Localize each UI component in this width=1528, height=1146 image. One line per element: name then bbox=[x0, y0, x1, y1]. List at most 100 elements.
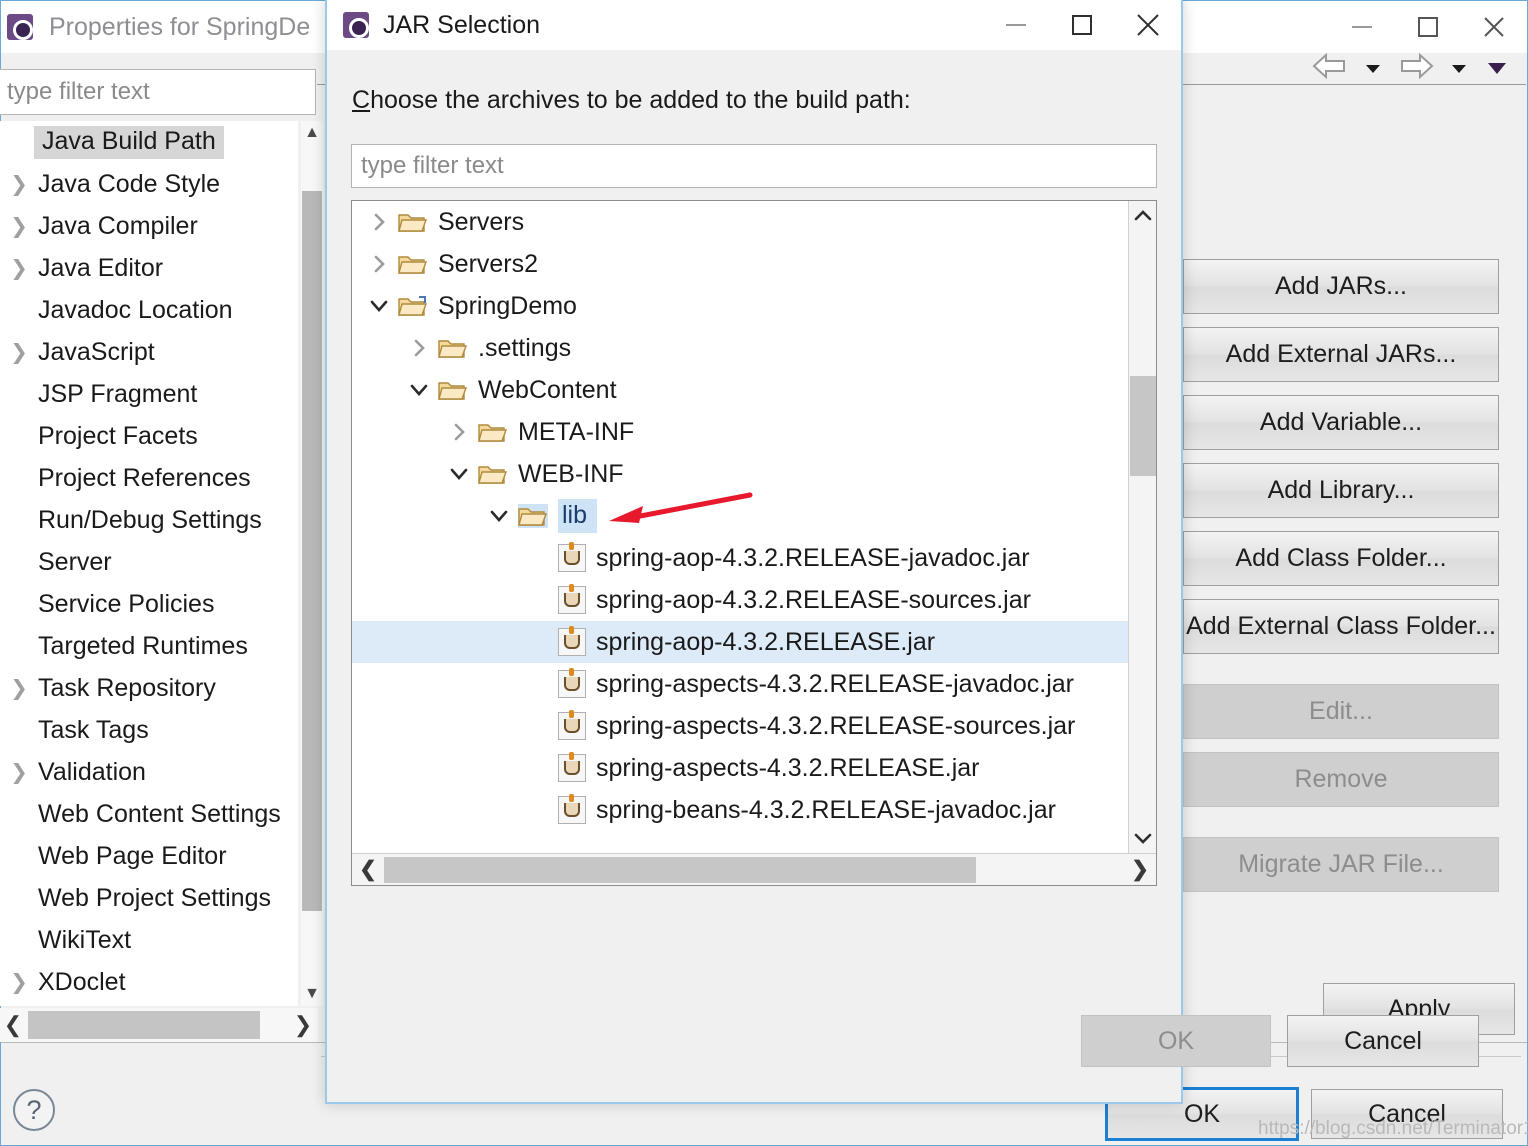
add-variable-button[interactable]: Add Variable... bbox=[1183, 395, 1499, 450]
sidebar-item-wikitext[interactable]: WikiText bbox=[0, 919, 298, 961]
sidebar-item-web-content-settings[interactable]: Web Content Settings bbox=[0, 793, 298, 835]
add-external-jars-button[interactable]: Add External JARs... bbox=[1183, 327, 1499, 382]
tree-item-label: spring-aspects-4.3.2.RELEASE.jar bbox=[596, 754, 986, 783]
tree-item-jar[interactable]: spring-beans-4.3.2.RELEASE-javadoc.jar bbox=[352, 789, 1128, 831]
scroll-right-icon[interactable]: ❯ bbox=[288, 1012, 318, 1038]
chevron-right-icon[interactable] bbox=[400, 337, 438, 359]
scrollbar-thumb[interactable] bbox=[1130, 376, 1156, 476]
parent-filter-input[interactable]: type filter text bbox=[0, 69, 316, 115]
chevron-right-icon[interactable] bbox=[440, 421, 478, 443]
scroll-down-icon[interactable]: ▼ bbox=[301, 982, 323, 1006]
chevron-down-icon[interactable] bbox=[360, 298, 398, 314]
tree-item-folder[interactable]: WEB-INF bbox=[352, 453, 1128, 495]
dialog-filter-input[interactable]: type filter text bbox=[351, 144, 1157, 188]
archive-tree-horizontal-scrollbar[interactable]: ❮ ❯ bbox=[352, 853, 1156, 885]
forward-menu-chevron-down-icon[interactable] bbox=[1452, 65, 1466, 73]
forward-arrow-icon[interactable] bbox=[1396, 51, 1436, 86]
tree-item-jar[interactable]: spring-aspects-4.3.2.RELEASE-sources.jar bbox=[352, 705, 1128, 747]
chevron-right-icon[interactable]: ❯ bbox=[4, 214, 34, 239]
tree-item-folder[interactable]: SpringDemo bbox=[352, 285, 1128, 327]
tree-item-label: lib bbox=[558, 499, 597, 533]
help-question-icon[interactable]: ? bbox=[13, 1089, 55, 1131]
dialog-close-icon[interactable] bbox=[1115, 0, 1181, 50]
sidebar-item-java-compiler[interactable]: ❯Java Compiler bbox=[0, 205, 298, 247]
sidebar-item-jsp-fragment[interactable]: JSP Fragment bbox=[0, 373, 298, 415]
sidebar-item-xdoclet[interactable]: ❯XDoclet bbox=[0, 961, 298, 1003]
sidebar-item-service-policies[interactable]: Service Policies bbox=[0, 583, 298, 625]
scroll-left-icon[interactable]: ❮ bbox=[0, 1012, 28, 1038]
chevron-down-icon[interactable] bbox=[400, 382, 438, 398]
tree-item-jar[interactable]: spring-aspects-4.3.2.RELEASE.jar bbox=[352, 747, 1128, 789]
tree-item-label: META-INF bbox=[518, 418, 640, 447]
dialog-cancel-button[interactable]: Cancel bbox=[1287, 1015, 1479, 1067]
tree-item-jar[interactable]: spring-aop-4.3.2.RELEASE-javadoc.jar bbox=[352, 537, 1128, 579]
sidebar-item-web-page-editor[interactable]: Web Page Editor bbox=[0, 835, 298, 877]
chevron-right-icon[interactable]: ❯ bbox=[4, 970, 34, 995]
chevron-up-icon[interactable] bbox=[1129, 201, 1157, 231]
chevron-right-icon[interactable]: ❯ bbox=[4, 172, 34, 197]
add-class-folder-button[interactable]: Add Class Folder... bbox=[1183, 531, 1499, 586]
tree-item-folder[interactable]: META-INF bbox=[352, 411, 1128, 453]
chevron-left-icon[interactable]: ❮ bbox=[352, 857, 384, 882]
scrollbar-thumb[interactable] bbox=[28, 1011, 260, 1039]
chevron-right-icon[interactable]: ❯ bbox=[4, 676, 34, 701]
sidebar-item-task-tags[interactable]: Task Tags bbox=[0, 709, 298, 751]
dialog-minimize-icon[interactable] bbox=[983, 0, 1049, 50]
tree-item-folder[interactable]: lib bbox=[352, 495, 1128, 537]
sidebar-item-javascript[interactable]: ❯JavaScript bbox=[0, 331, 298, 373]
dialog-ok-button[interactable]: OK bbox=[1081, 1015, 1271, 1067]
chevron-down-icon[interactable] bbox=[440, 466, 478, 482]
tree-item-folder[interactable]: Servers2 bbox=[352, 243, 1128, 285]
sidebar-item-targeted-runtimes[interactable]: Targeted Runtimes bbox=[0, 625, 298, 667]
archive-tree-vertical-scrollbar[interactable] bbox=[1128, 201, 1156, 853]
jar-selection-dialog: JAR Selection Choose the archives to be … bbox=[325, 0, 1183, 1104]
chevron-down-icon[interactable] bbox=[480, 508, 518, 524]
dialog-maximize-icon[interactable] bbox=[1049, 0, 1115, 50]
tree-item-jar[interactable]: spring-aspects-4.3.2.RELEASE-javadoc.jar bbox=[352, 663, 1128, 705]
chevron-right-icon[interactable]: ❯ bbox=[4, 760, 34, 785]
sidebar-item-project-facets[interactable]: Project Facets bbox=[0, 415, 298, 457]
scrollbar-thumb[interactable] bbox=[384, 857, 976, 883]
back-menu-chevron-down-icon[interactable] bbox=[1366, 65, 1380, 73]
sidebar-item-java-editor[interactable]: ❯Java Editor bbox=[0, 247, 298, 289]
chevron-right-icon[interactable]: ❯ bbox=[4, 340, 34, 365]
tree-item-jar[interactable]: spring-aop-4.3.2.RELEASE-sources.jar bbox=[352, 579, 1128, 621]
scroll-up-icon[interactable]: ▲ bbox=[301, 121, 323, 145]
sidebar-item-task-repository[interactable]: ❯Task Repository bbox=[0, 667, 298, 709]
add-library-button[interactable]: Add Library... bbox=[1183, 463, 1499, 518]
hscroll-track[interactable] bbox=[28, 1010, 288, 1040]
parent-tree-vertical-scrollbar[interactable]: ▲ ▼ bbox=[301, 121, 323, 1006]
view-menu-triangle-down-icon[interactable] bbox=[1488, 63, 1506, 74]
tree-item-folder[interactable]: WebContent bbox=[352, 369, 1128, 411]
tree-item-jar[interactable]: spring-aop-4.3.2.RELEASE.jar bbox=[352, 621, 1128, 663]
close-icon[interactable] bbox=[1461, 1, 1527, 53]
tree-item-folder[interactable]: .settings bbox=[352, 327, 1128, 369]
add-jars-button[interactable]: Add JARs... bbox=[1183, 259, 1499, 314]
chevron-right-icon[interactable]: ❯ bbox=[4, 256, 34, 281]
chevron-right-icon[interactable]: ❯ bbox=[1124, 857, 1156, 882]
edit-button: Edit... bbox=[1183, 684, 1499, 739]
sidebar-item-validation[interactable]: ❯Validation bbox=[0, 751, 298, 793]
sidebar-item-server[interactable]: Server bbox=[0, 541, 298, 583]
sidebar-item-java-code-style[interactable]: ❯Java Code Style bbox=[0, 163, 298, 205]
scrollbar-thumb[interactable] bbox=[302, 191, 322, 911]
parent-tree-horizontal-scrollbar[interactable]: ❮ ❯ bbox=[0, 1008, 318, 1042]
back-arrow-icon[interactable] bbox=[1310, 51, 1350, 86]
archive-tree-canvas[interactable]: ServersServers2SpringDemo.settingsWebCon… bbox=[352, 201, 1128, 853]
chevron-right-icon[interactable] bbox=[360, 211, 398, 233]
sidebar-item-run-debug-settings[interactable]: Run/Debug Settings bbox=[0, 499, 298, 541]
sidebar-item-project-references[interactable]: Project References bbox=[0, 457, 298, 499]
archive-tree[interactable]: ServersServers2SpringDemo.settingsWebCon… bbox=[351, 200, 1157, 886]
chevron-right-icon[interactable] bbox=[360, 253, 398, 275]
minimize-icon[interactable] bbox=[1329, 1, 1395, 53]
properties-category-tree[interactable]: Java Build Path❯Java Code Style❯Java Com… bbox=[0, 121, 298, 1006]
sidebar-item-javadoc-location[interactable]: Javadoc Location bbox=[0, 289, 298, 331]
maximize-icon[interactable] bbox=[1395, 1, 1461, 53]
tree-item-folder[interactable]: Servers bbox=[352, 201, 1128, 243]
hscroll-track[interactable] bbox=[384, 856, 1124, 884]
add-external-class-folder-button[interactable]: Add External Class Folder... bbox=[1183, 599, 1499, 654]
sidebar-item-java-build-path[interactable]: Java Build Path bbox=[0, 121, 298, 163]
button-group-separator bbox=[1183, 667, 1499, 684]
chevron-down-icon[interactable] bbox=[1129, 823, 1157, 853]
sidebar-item-web-project-settings[interactable]: Web Project Settings bbox=[0, 877, 298, 919]
